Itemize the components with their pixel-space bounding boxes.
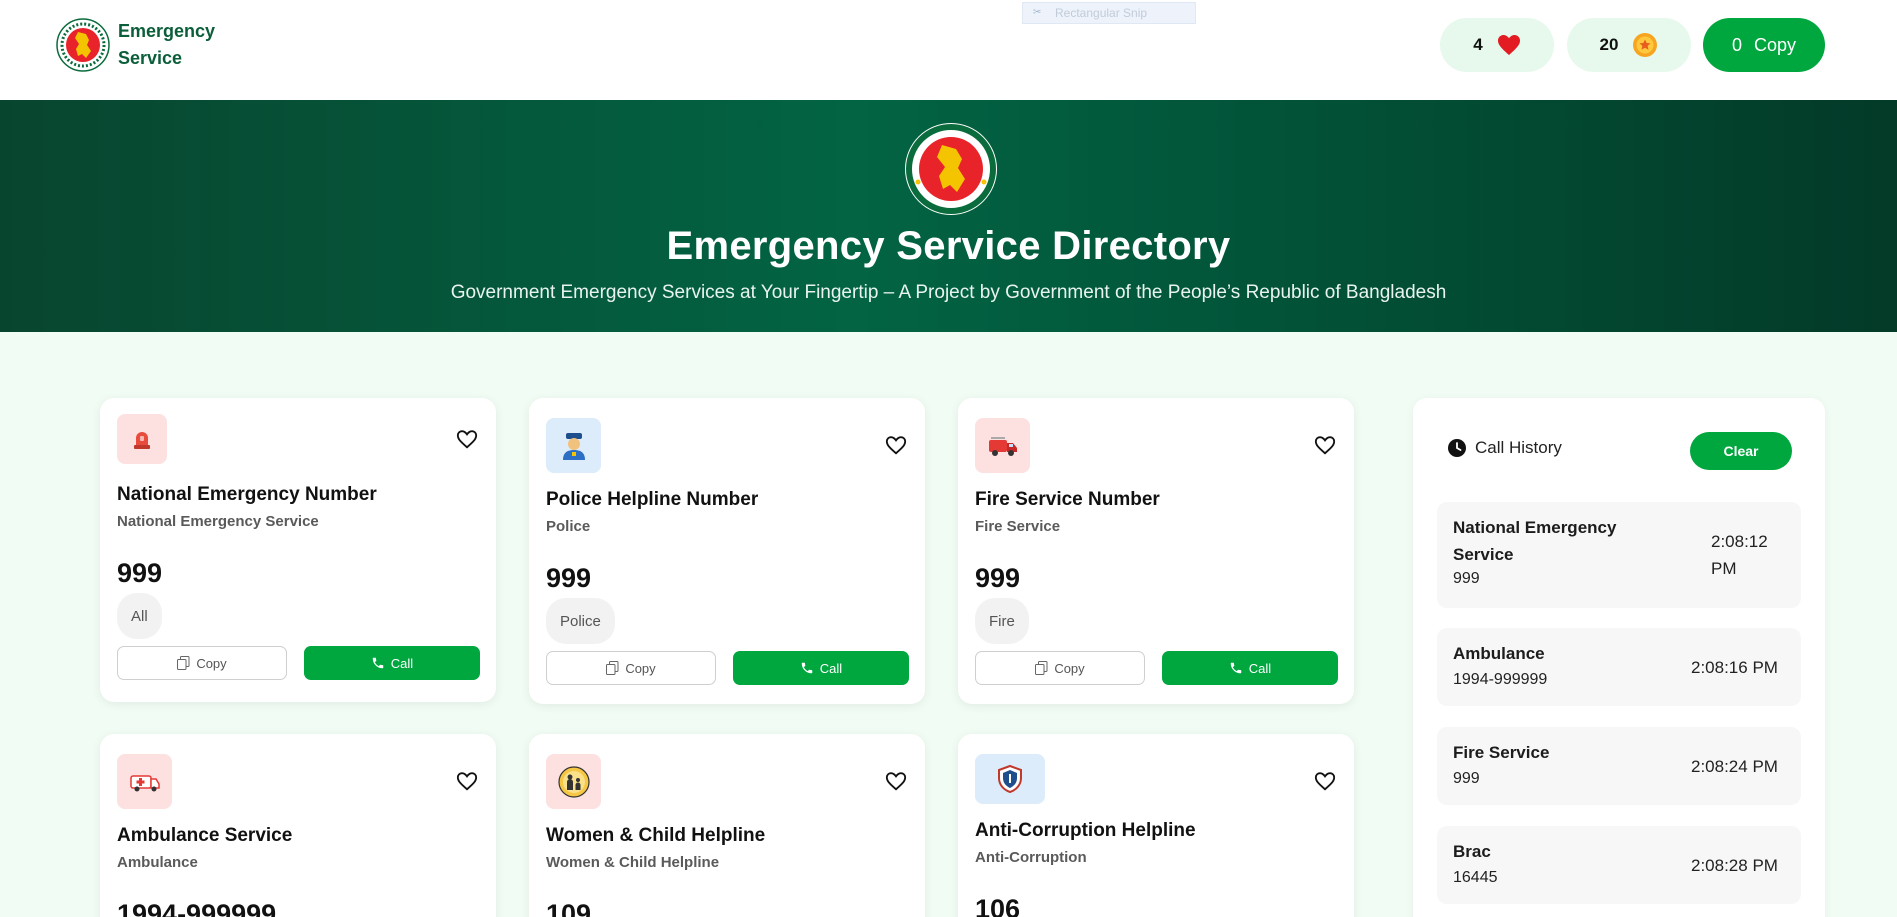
hero-title: Emergency Service Directory	[666, 224, 1231, 268]
card-number: 999	[546, 563, 592, 593]
history-item: Brac 16445 2:08:28 PM	[1437, 826, 1801, 904]
card-title: National Emergency Number	[117, 484, 377, 505]
history-item-time: 2:08:28 PM	[1691, 856, 1778, 875]
heart-icon	[1497, 35, 1520, 55]
service-card-women-child: Women & Child Helpline Women & Child Hel…	[529, 734, 925, 917]
card-number: 999	[975, 563, 1021, 593]
rectangular-snip-overlay: ✂ Rectangular Snip	[1022, 2, 1196, 24]
history-item-name: National Emergency Service	[1453, 518, 1617, 564]
call-history-panel: Call History Clear National Emergency Se…	[1413, 398, 1825, 917]
copy-button-label: Copy	[1054, 660, 1085, 676]
history-item-name: Brac	[1453, 842, 1491, 861]
history-item-name: Ambulance	[1453, 644, 1545, 663]
card-category-tag: Police	[546, 598, 615, 644]
copy-counter-button[interactable]: 0 Copy	[1703, 18, 1825, 72]
card-title: Anti-Corruption Helpline	[975, 820, 1196, 841]
card-number: 106	[975, 894, 1021, 917]
call-button[interactable]: Call	[733, 651, 909, 685]
copy-button[interactable]: Copy	[546, 651, 716, 685]
call-button-label: Call	[390, 655, 414, 671]
card-subtitle: Police	[546, 518, 591, 535]
history-item: National Emergency Service 999 2:08:12 P…	[1437, 502, 1801, 608]
copy-counter-label: Copy	[1753, 34, 1797, 55]
favorite-heart-icon[interactable]	[456, 770, 478, 792]
card-title: Women & Child Helpline	[546, 825, 766, 846]
hero-banner: Emergency Service Directory Government E…	[0, 100, 1897, 332]
card-number: 1994-999999	[117, 899, 277, 917]
coin-icon	[1633, 33, 1658, 57]
top-navbar: Emergency Service ✂ Rectangular Snip 4 2…	[0, 0, 1897, 100]
service-card-fire: Fire Service Number Fire Service 999 Fir…	[958, 398, 1354, 704]
card-number: 999	[117, 558, 163, 588]
history-item-name: Fire Service	[1453, 743, 1550, 762]
fire-truck-icon	[975, 418, 1030, 473]
history-item-number: 999	[1453, 770, 1480, 787]
history-item-time: 2:08:16 PM	[1691, 658, 1778, 677]
call-button-label: Call	[1248, 660, 1272, 676]
card-subtitle: Anti-Corruption	[975, 849, 1087, 866]
call-button[interactable]: Call	[304, 646, 480, 680]
history-item-number: 1994-999999	[1453, 671, 1548, 688]
snip-icon: ✂	[1033, 7, 1042, 18]
card-subtitle: National Emergency Service	[117, 513, 319, 530]
favorite-heart-icon[interactable]	[456, 428, 478, 450]
copy-icon	[1035, 661, 1048, 675]
favorite-heart-icon[interactable]	[885, 770, 907, 792]
call-button[interactable]: Call	[1162, 651, 1338, 685]
brand-name: Emergency Service	[118, 21, 216, 68]
card-subtitle: Women & Child Helpline	[546, 854, 720, 871]
copy-icon	[606, 661, 619, 675]
favorite-heart-icon[interactable]	[885, 434, 907, 456]
copy-count: 0	[1731, 34, 1742, 55]
card-subtitle: Fire Service	[975, 518, 1061, 535]
women-child-icon	[546, 754, 601, 809]
ambulance-icon	[117, 754, 172, 809]
clear-history-button[interactable]: Clear	[1690, 432, 1792, 470]
call-history-header: Call History	[1447, 438, 1562, 458]
hero-subtitle: Government Emergency Services at Your Fi…	[450, 282, 1447, 303]
history-item: Ambulance 1994-999999 2:08:16 PM	[1437, 628, 1801, 706]
snip-label: Rectangular Snip	[1055, 6, 1148, 20]
favorite-heart-icon[interactable]	[1314, 434, 1336, 456]
anti-corruption-icon	[975, 754, 1045, 804]
phone-icon	[372, 657, 384, 669]
copy-button-label: Copy	[196, 655, 227, 671]
service-card-national-emergency: National Emergency Number National Emerg…	[100, 398, 496, 702]
card-category-tag: All	[117, 593, 162, 639]
government-seal-icon	[905, 123, 997, 215]
history-item-time: 2:08:12 PM	[1711, 532, 1768, 578]
history-item: Fire Service 999 2:08:24 PM	[1437, 727, 1801, 805]
service-card-anti-corruption: Anti-Corruption Helpline Anti-Corruption…	[958, 734, 1354, 917]
card-title: Police Helpline Number	[546, 489, 759, 510]
bangladesh-emblem-icon	[56, 18, 110, 72]
copy-icon	[177, 656, 190, 670]
card-subtitle: Ambulance	[117, 854, 198, 871]
service-card-ambulance: Ambulance Service Ambulance 1994-999999	[100, 734, 496, 917]
history-item-number: 999	[1453, 570, 1480, 587]
police-icon	[546, 418, 601, 473]
card-title: Ambulance Service	[117, 825, 293, 846]
history-item-number: 16445	[1453, 869, 1498, 886]
coin-count: 20	[1599, 35, 1619, 54]
clock-icon	[1448, 439, 1466, 457]
card-title: Fire Service Number	[975, 489, 1160, 510]
call-button-label: Call	[819, 660, 843, 676]
call-history-title: Call History	[1475, 438, 1562, 457]
phone-icon	[801, 662, 813, 674]
heart-counter: 4	[1440, 18, 1554, 72]
copy-button[interactable]: Copy	[975, 651, 1145, 685]
brand[interactable]: Emergency Service	[56, 18, 228, 72]
card-category-tag: Fire	[975, 598, 1029, 644]
favorite-heart-icon[interactable]	[1314, 770, 1336, 792]
service-card-police: Police Helpline Number Police 999 Police…	[529, 398, 925, 704]
copy-button[interactable]: Copy	[117, 646, 287, 680]
heart-count: 4	[1473, 35, 1483, 54]
card-number: 109	[546, 899, 592, 917]
siren-icon	[117, 414, 167, 464]
coin-counter: 20	[1567, 18, 1691, 72]
history-item-time: 2:08:24 PM	[1691, 757, 1778, 776]
copy-button-label: Copy	[625, 660, 656, 676]
phone-icon	[1230, 662, 1242, 674]
